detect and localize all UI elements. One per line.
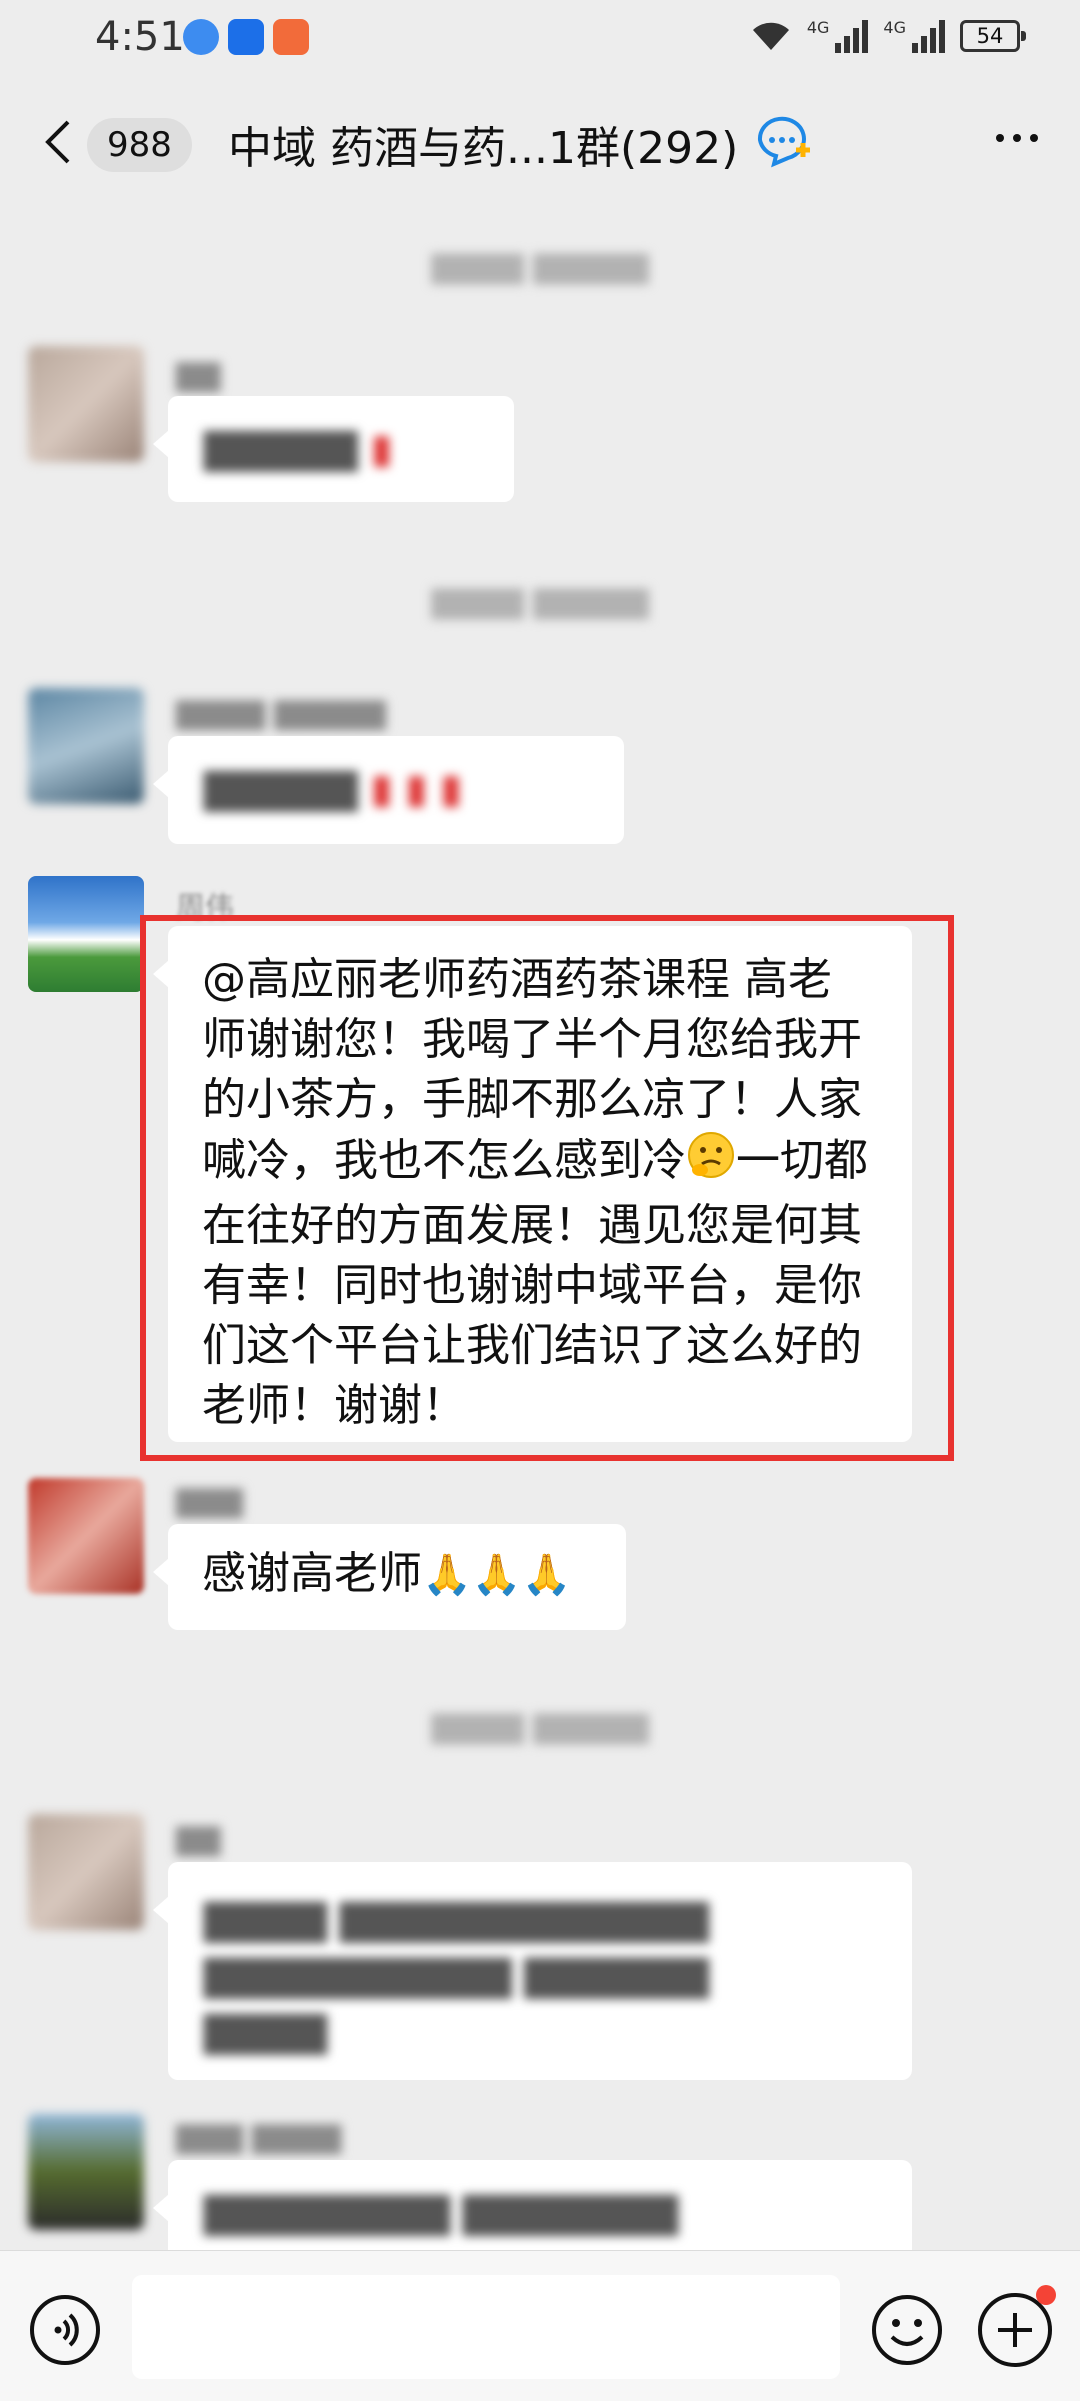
bulb-app-icon xyxy=(228,19,264,55)
group-chat-icon[interactable] xyxy=(752,114,814,172)
browser-icon xyxy=(183,19,219,55)
more-options-button[interactable] xyxy=(996,134,1038,142)
unread-count-badge[interactable]: 988 xyxy=(87,118,192,172)
input-bar xyxy=(0,2250,1080,2401)
message-bubble[interactable]: ▇▇▇▇▇▇▇▇ ▇▇▇▇▇▇▇ xyxy=(153,2160,912,2260)
avatar[interactable] xyxy=(28,688,144,804)
message-bubble[interactable]: ▇▇▇▇▇ ▮ xyxy=(153,396,514,502)
notes-app-icon xyxy=(273,19,309,55)
sender-name: ▇▇▇ ▇▇▇▇ xyxy=(176,2120,342,2154)
message-text-part: 感谢高老师 xyxy=(202,1548,422,1599)
status-bar: 4:51 4G 4G 54 xyxy=(0,0,1080,78)
message-input[interactable] xyxy=(132,2275,840,2379)
avatar[interactable] xyxy=(28,876,144,992)
back-arrow-icon[interactable] xyxy=(38,118,78,166)
notification-dot xyxy=(1036,2285,1056,2305)
sender-name: ▇▇ xyxy=(176,1822,221,1856)
network-type-1: 4G xyxy=(806,17,830,37)
signal-icon-2 xyxy=(912,20,945,53)
blurred-timestamp: ▇▇▇▇ ▇▇▇▇▇ xyxy=(431,1710,649,1745)
message-bubble[interactable]: 感谢高老师🙏🙏🙏 xyxy=(153,1524,626,1630)
sender-name: ▇▇▇▇ ▇▇▇▇▇ xyxy=(176,696,386,730)
emoji-icon[interactable] xyxy=(870,2293,944,2367)
message-bubble[interactable]: ▇▇▇▇ ▇▇▇▇▇▇▇▇▇▇▇▇ ▇▇▇▇▇▇▇▇▇▇ ▇▇▇▇▇▇ ▇▇▇▇ xyxy=(153,1862,912,2080)
message-text: 感谢高老师🙏🙏🙏 xyxy=(202,1544,592,1605)
battery-indicator: 54 xyxy=(960,20,1026,52)
wifi-icon xyxy=(752,22,789,50)
message-bubble[interactable]: ▇▇▇▇▇ ▮ ▮ ▮ xyxy=(153,736,624,844)
status-time: 4:51 xyxy=(95,14,185,60)
avatar[interactable] xyxy=(28,1478,144,1594)
pray-emoji-icon: 🙏🙏🙏 xyxy=(422,1552,572,1598)
voice-icon[interactable] xyxy=(30,2295,100,2365)
avatar[interactable] xyxy=(28,346,144,462)
network-type-2: 4G xyxy=(883,17,906,37)
signal-icon-1 xyxy=(835,20,869,53)
red-highlight-box xyxy=(140,915,954,1461)
avatar[interactable] xyxy=(28,1814,144,1930)
sender-name: ▇▇ xyxy=(176,358,221,392)
chat-header: 988 中域 药酒与药...1群(292) xyxy=(0,78,1080,206)
avatar[interactable] xyxy=(28,2114,144,2230)
blurred-timestamp: ▇▇▇▇ ▇▇▇▇▇ xyxy=(431,585,649,620)
sender-name: ▇▇▇ xyxy=(176,1484,243,1518)
chat-title[interactable]: 中域 药酒与药...1群(292) xyxy=(228,112,738,176)
blurred-timestamp: ▇▇▇▇ ▇▇▇▇▇ xyxy=(431,250,649,285)
